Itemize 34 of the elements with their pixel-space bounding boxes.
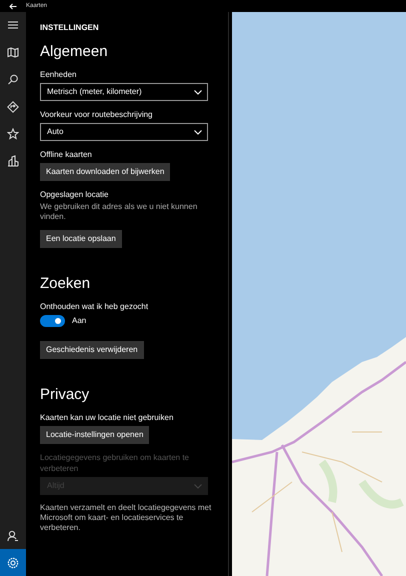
action-button[interactable]: Geschiedenis verwijderen (40, 341, 144, 359)
action-button[interactable]: Een locatie opslaan (40, 230, 122, 248)
section-heading: Zoeken (40, 274, 92, 293)
menu-icon (7, 20, 19, 32)
back-arrow-icon[interactable] (9, 2, 17, 10)
user-icon (7, 530, 19, 542)
setting-label: Locatiegegevens gebruiken om kaarten te verbeteren (40, 452, 190, 474)
buildings-icon (7, 154, 19, 166)
setting-label: Onthouden wat ik heb gezocht (40, 301, 150, 312)
search-icon (7, 74, 19, 86)
dropdown[interactable]: Auto (40, 123, 208, 141)
action-button[interactable]: Kaarten downloaden of bijwerken (40, 163, 170, 181)
dropdown[interactable]: Metrisch (meter, kilometer) (40, 83, 208, 101)
settings-heading: INSTELLINGEN (40, 22, 100, 34)
setting-label: Voorkeur voor routebeschrijving (40, 109, 154, 120)
info-text: Kaarten verzamelt en deelt locatiegegevens met Microsoft om kaart- en locatieservices te verbeteren. (40, 503, 212, 533)
setting-label: Offline kaarten (40, 149, 93, 160)
toggle-switch[interactable] (40, 315, 65, 327)
star-icon (7, 128, 19, 140)
nav-button[interactable] (0, 549, 26, 576)
setting-label: Kaarten kan uw locatie niet gebruiken (40, 412, 174, 423)
chevron-down-icon (194, 90, 202, 94)
setting-label: Opgeslagen locatie (40, 189, 110, 200)
chevron-down-icon (194, 130, 202, 134)
toggle-state: Aan (72, 315, 86, 327)
settings-icon (7, 556, 19, 568)
map-icon (7, 46, 19, 58)
setting-description: We gebruiken dit adres als we u niet kunnen vinden. (40, 202, 198, 222)
directions-icon (7, 100, 19, 112)
section-heading: Privacy (40, 385, 90, 404)
action-button[interactable]: Locatie-instellingen openen (40, 426, 150, 444)
setting-label: Eenheden (40, 69, 78, 80)
chevron-down-icon (194, 484, 202, 488)
section-heading: Algemeen (40, 42, 109, 61)
